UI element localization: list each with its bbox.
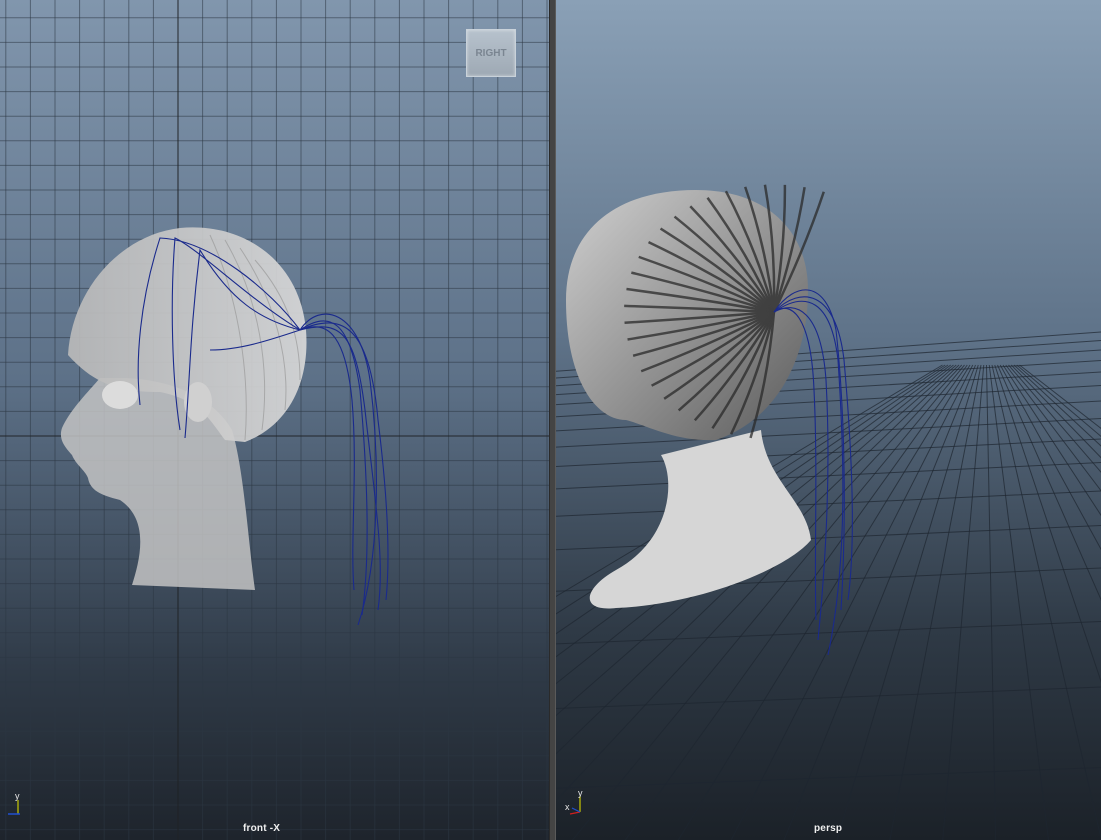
viewport-divider[interactable] — [549, 0, 556, 840]
front-viewport[interactable]: RIGHT y front -X — [0, 0, 549, 840]
head-model-persp — [566, 184, 853, 656]
persp-viewport[interactable]: y x persp — [556, 0, 1101, 840]
svg-text:y: y — [15, 792, 20, 801]
axis-gizmo-icon: y x — [565, 790, 583, 815]
head-model-side — [60, 227, 389, 626]
view-cube-label: RIGHT — [475, 47, 507, 59]
svg-text:y: y — [578, 790, 583, 798]
svg-text:x: x — [565, 802, 570, 812]
axis-gizmo-icon: y — [8, 792, 20, 815]
camera-label-front: front -X — [243, 823, 281, 834]
view-cube[interactable]: RIGHT — [466, 29, 516, 77]
camera-label-persp: persp — [814, 823, 843, 834]
